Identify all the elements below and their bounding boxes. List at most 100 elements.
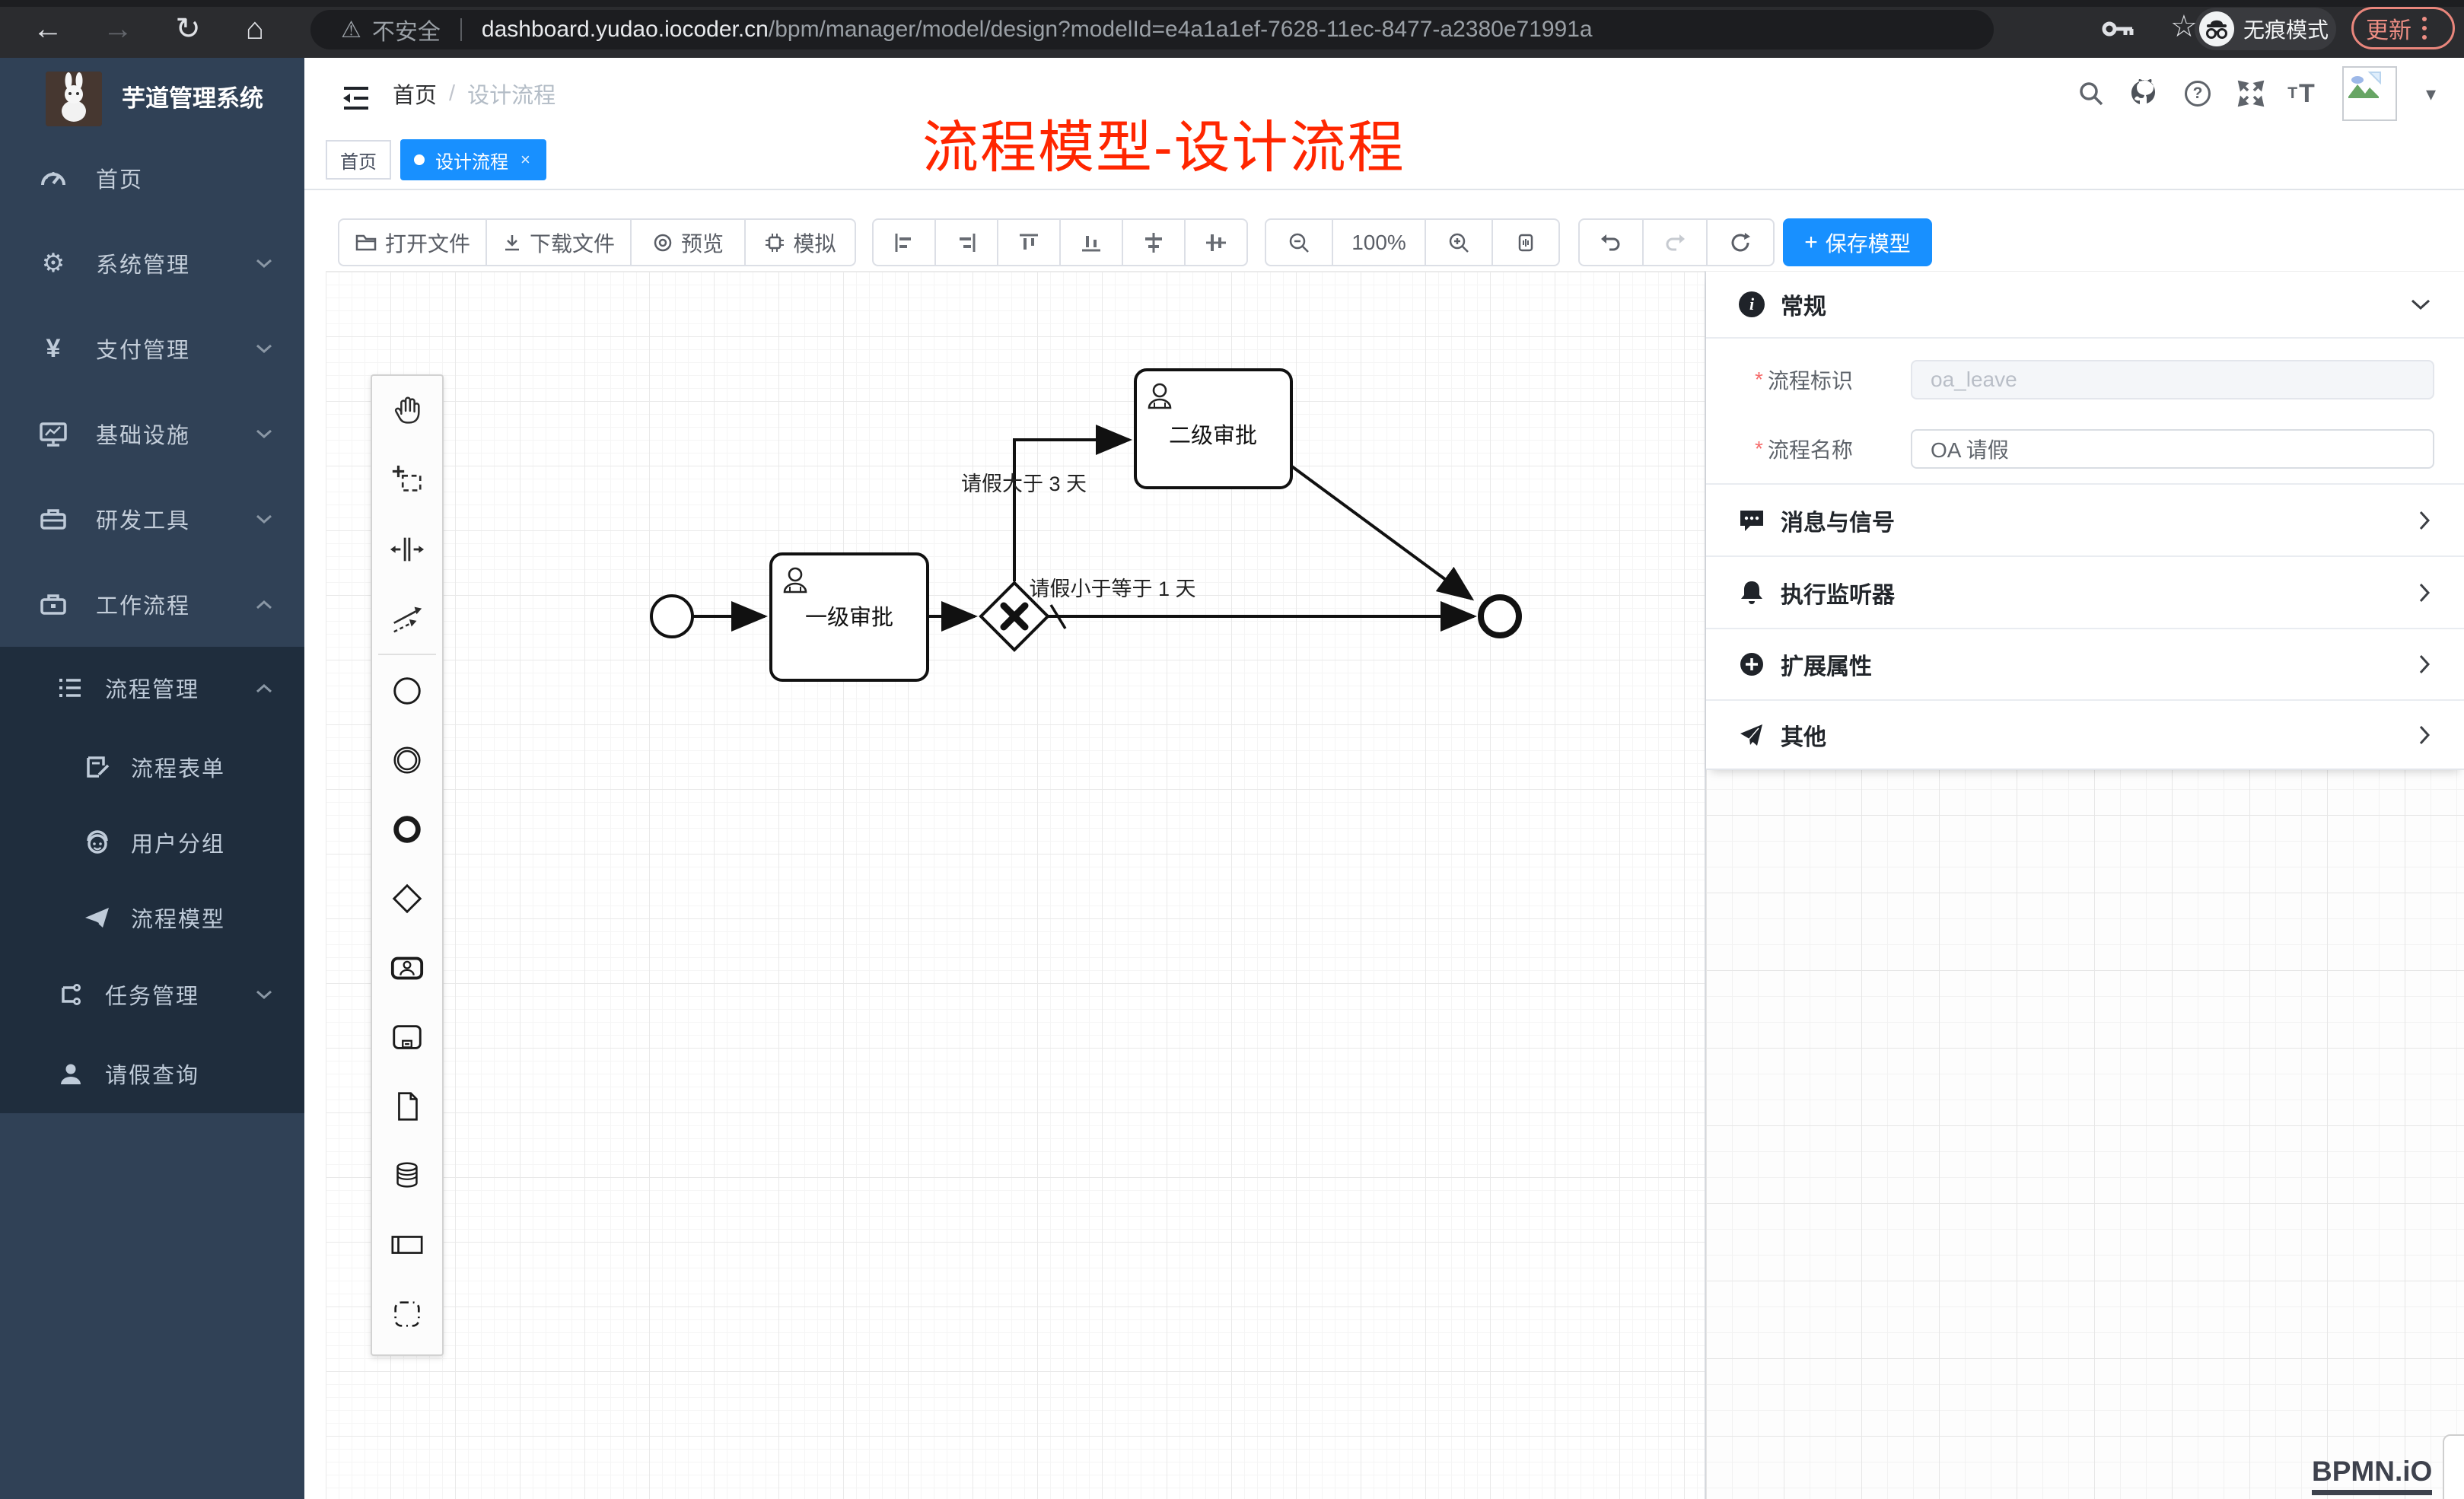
undo-button[interactable] [1578,218,1644,266]
user-task-level2[interactable]: 二级审批 [1135,370,1291,488]
bpmn-canvas[interactable]: 一级审批 [326,271,1705,1499]
start-event[interactable] [651,596,692,637]
align-top-icon [1017,231,1040,254]
sidebar-item-devtools[interactable]: 研发工具 [0,476,304,562]
panel-section-label: 消息与信号 [1781,504,1895,537]
breadcrumb-home[interactable]: 首页 [393,78,437,110]
chevron-down-icon [256,259,272,269]
panel-section-general[interactable]: i 常规 [1706,272,2464,339]
sidebar-item-process-management[interactable]: 流程管理 [0,647,304,729]
flow-gateway-to-task2[interactable] [1014,440,1129,581]
panel-section-label: 常规 [1781,288,1826,321]
process-name-input[interactable] [1911,429,2434,469]
sidebar-item-label: 流程模型 [131,902,225,934]
download-file-button[interactable]: 下载文件 [485,218,632,266]
sidebar-item-task-management[interactable]: 任务管理 [0,955,304,1034]
sidebar-logo-row[interactable]: 芋道管理系统 [0,65,304,138]
sidebar-item-user-group[interactable]: 用户分组 [0,804,304,880]
panel-section-extended[interactable]: 扩展属性 [1706,629,2464,701]
face-icon [84,829,111,855]
sidebar-item-label: 请假查询 [105,1058,199,1090]
align-left-button[interactable] [872,218,936,266]
font-size-icon[interactable]: TT [2278,58,2324,129]
sidebar-item-home[interactable]: 首页 [0,135,304,221]
browser-update-button[interactable]: 更新 [2351,7,2455,49]
sidebar-item-label: 研发工具 [96,503,190,535]
panel-section-other[interactable]: 其他 [1706,701,2464,770]
update-label: 更新 [2366,11,2411,45]
refresh-icon [1729,231,1752,254]
sidebar-item-system[interactable]: ⚙ 系统管理 [0,221,304,306]
panel-section-listeners[interactable]: 执行监听器 [1706,557,2464,629]
list-icon [56,676,84,700]
restart-button[interactable] [1706,218,1775,266]
send-icon [1737,722,1767,748]
zoom-reset-button[interactable] [1491,218,1560,266]
preview-button[interactable]: 预览 [630,218,746,266]
search-icon[interactable] [2068,58,2114,129]
save-model-label: 保存模型 [1826,228,1911,258]
open-file-button[interactable]: 打开文件 [338,218,487,266]
breadcrumb-separator: / [449,81,455,107]
annotation-title: 流程模型-设计流程 [922,102,1405,183]
sidebar-submenu-workflow: 流程管理 流程表单 [0,647,304,1113]
align-center-horizontal-button[interactable] [1122,218,1186,266]
simulate-button[interactable]: 模拟 [744,218,856,266]
url-host: dashboard.yudao.iocoder.cn [482,17,769,43]
redo-button[interactable] [1642,218,1708,266]
end-event[interactable] [1481,597,1519,635]
preview-icon [652,232,673,253]
address-bar[interactable]: ⚠ 不安全 dashboard.yudao.iocoder.cn/bpm/man… [310,10,1994,49]
not-secure-label[interactable]: 不安全 [372,13,441,46]
sidebar-item-label: 首页 [96,162,143,194]
properties-panel: i 常规 * 流程标识 * 流程名称 [1706,272,2464,770]
bpmn-diagram[interactable]: 一级审批 [326,272,1705,1499]
process-key-input[interactable] [1911,360,2434,399]
bookmark-star-icon[interactable]: ☆ [2170,9,2198,44]
sidebar-item-payment[interactable]: ¥ 支付管理 [0,306,304,391]
zoom-in-button[interactable] [1425,218,1493,266]
zoom-level[interactable]: 100% [1332,218,1426,266]
browser-forward-button[interactable]: → [95,8,141,50]
help-icon[interactable]: ? [2175,58,2220,129]
incognito-label: 无痕模式 [2243,14,2329,44]
bpmn-io-logo[interactable]: BPMN.iO [2312,1456,2432,1495]
avatar-caret-icon[interactable]: ▾ [2426,58,2436,129]
github-icon[interactable] [2122,58,2167,129]
browser-back-button[interactable]: ← [25,8,71,50]
user-task-level1[interactable]: 一级审批 [771,554,928,680]
document-edit-icon [84,754,111,780]
breadcrumb: 首页 / 设计流程 [393,58,556,129]
browser-reload-button[interactable]: ↻ [165,8,211,50]
chevron-right-icon [2419,725,2431,745]
flow-label-gt3[interactable]: 请假大于 3 天 [961,473,1087,495]
panel-section-label: 扩展属性 [1781,648,1872,681]
sidebar-item-workflow[interactable]: 工作流程 [0,562,304,647]
panel-section-messages[interactable]: 消息与信号 [1706,485,2464,557]
avatar[interactable] [2342,66,2397,121]
zoom-out-button[interactable] [1265,218,1333,266]
align-top-button[interactable] [997,218,1061,266]
browser-home-button[interactable]: ⌂ [232,8,278,50]
password-key-icon[interactable] [2102,17,2135,41]
sidebar-item-leave-query[interactable]: 请假查询 [0,1034,304,1113]
flow-label-lte1[interactable]: 请假小于等于 1 天 [1029,578,1195,600]
align-right-button[interactable] [934,218,998,266]
align-center-vertical-button[interactable] [1184,218,1248,266]
tag-tab-home[interactable]: 首页 [326,140,391,180]
plus-circle-icon [1737,651,1767,678]
save-model-button[interactable]: + 保存模型 [1783,218,1932,266]
tag-tab-design-process[interactable]: 设计流程 × [400,139,546,180]
sidebar-fold-icon[interactable] [341,85,371,111]
close-icon[interactable]: × [520,150,530,170]
sidebar-item-process-model[interactable]: 流程模型 [0,880,304,955]
browser-chrome: ← → ↻ ⌂ ⚠ 不安全 dashboard.yudao.iocoder.cn… [0,0,2464,58]
align-bottom-icon [1080,231,1103,254]
fullscreen-icon[interactable] [2228,58,2274,129]
sidebar-item-process-form[interactable]: 流程表单 [0,729,304,804]
flow-task2-to-end[interactable] [1290,465,1472,599]
align-bottom-button[interactable] [1059,218,1123,266]
sidebar-item-infrastructure[interactable]: 基础设施 [0,391,304,476]
browser-menu-icon[interactable] [2422,17,2427,40]
app-logo [46,72,102,126]
